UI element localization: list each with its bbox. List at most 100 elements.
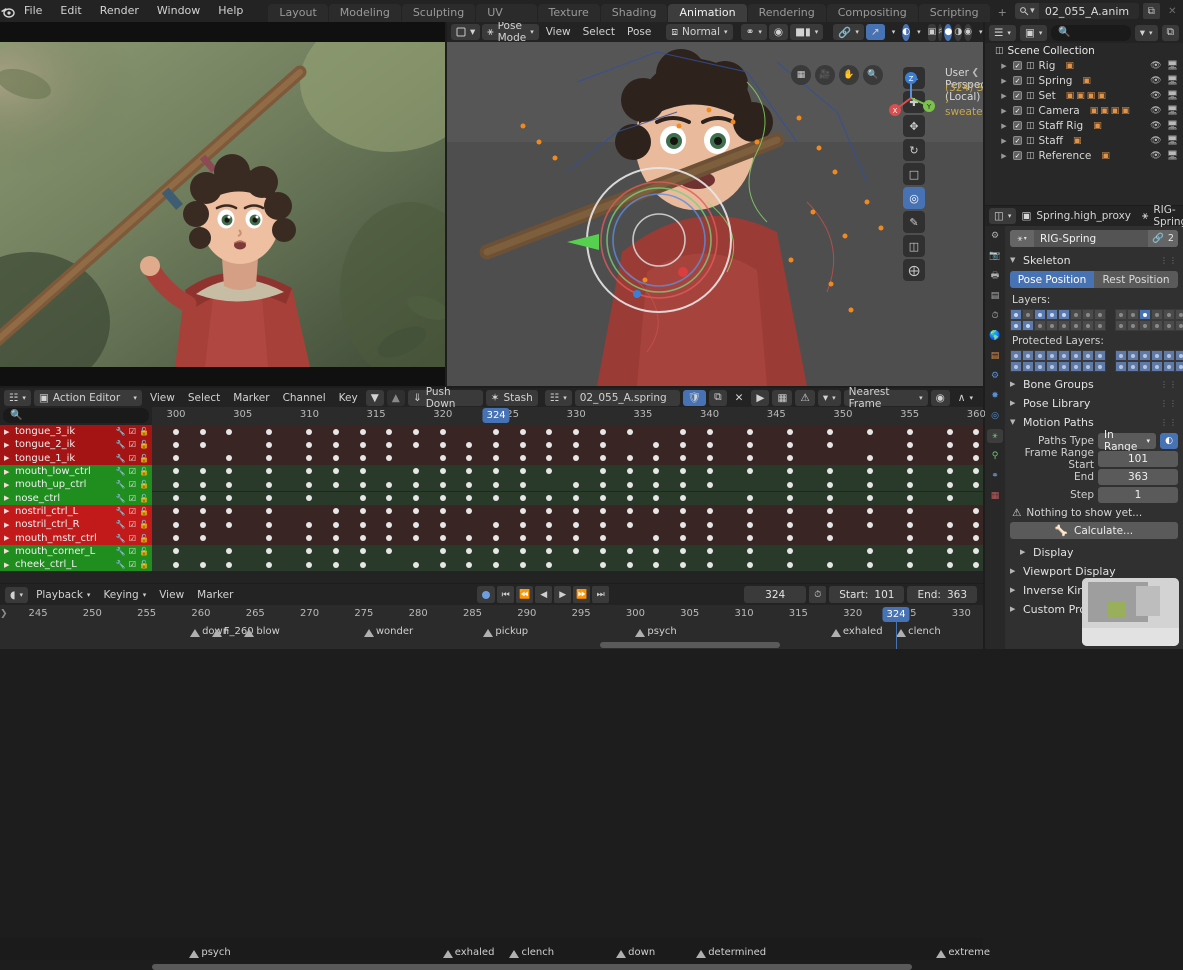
timeline-menu-keying[interactable]: Keying ▾: [98, 587, 151, 603]
tab-viewlayer-icon[interactable]: ▤: [987, 289, 1003, 303]
wrench-icon[interactable]: 🔧: [116, 507, 126, 516]
unlock-icon[interactable]: 🔓: [139, 547, 149, 556]
armature-layer-cell[interactable]: [1151, 309, 1163, 320]
keyframe[interactable]: [826, 441, 833, 448]
outliner-row[interactable]: ▶ ✓ ◫ Staff ▣ 👁 🖥: [985, 133, 1183, 148]
push-down-button[interactable]: ⇓ Push Down: [407, 386, 483, 410]
keyframe[interactable]: [173, 441, 179, 448]
keyframe[interactable]: [786, 548, 793, 555]
keyframe[interactable]: [386, 455, 393, 462]
keyframe[interactable]: [906, 481, 913, 488]
keyframe[interactable]: [359, 441, 366, 448]
keyframe[interactable]: [493, 481, 500, 488]
keyframe[interactable]: [679, 441, 686, 448]
keyframe[interactable]: [333, 534, 340, 541]
checkbox-icon[interactable]: ☑: [129, 520, 136, 529]
armature-layer-cell[interactable]: [1115, 361, 1127, 372]
jump-to-start-icon[interactable]: ⏮: [497, 586, 515, 603]
armature-layer-cell[interactable]: [1151, 350, 1163, 361]
armature-name[interactable]: RIG-Spring: [1034, 233, 1148, 245]
keyframe[interactable]: [226, 468, 233, 475]
outliner-root-row[interactable]: ◫ Scene Collection: [985, 43, 1183, 58]
keyframe[interactable]: [333, 455, 340, 462]
keyframe[interactable]: [226, 508, 233, 515]
section-viewport-display[interactable]: ▶ Viewport Display: [1010, 563, 1178, 579]
armature-layer-cell[interactable]: [1070, 361, 1082, 372]
keyframe[interactable]: [266, 468, 273, 475]
paths-type-value[interactable]: In Range ▾: [1098, 429, 1156, 453]
wrench-icon[interactable]: 🔧: [116, 454, 126, 463]
enable-checkbox[interactable]: ✓: [1013, 76, 1022, 85]
keyframe[interactable]: [439, 508, 446, 515]
layers-group-right[interactable]: [1115, 309, 1183, 331]
eye-icon[interactable]: 👁: [1150, 76, 1161, 86]
expand-arrow-icon[interactable]: ▶: [999, 152, 1009, 160]
keyframe[interactable]: [333, 548, 340, 555]
armature-datablock-row[interactable]: ⚹ ▾ RIG-Spring 🔗 2: [1010, 230, 1178, 247]
keyframe[interactable]: [493, 534, 500, 541]
tab-texture-icon[interactable]: ▦: [987, 489, 1003, 503]
new-collection-icon[interactable]: ⧉: [1161, 24, 1179, 41]
keyframe[interactable]: [826, 521, 833, 528]
keyframe[interactable]: [679, 481, 686, 488]
timeline-marker[interactable]: wonder: [363, 627, 413, 637]
keyframe-row[interactable]: [152, 531, 983, 545]
keyframe-row[interactable]: [152, 451, 983, 465]
keyframe[interactable]: [906, 534, 913, 541]
action-datablock-browse-icon[interactable]: ☷ ▾: [544, 389, 572, 406]
keyframe[interactable]: [386, 481, 393, 488]
tab-uv-editing[interactable]: UV Editing: [476, 4, 537, 37]
tab-output-icon[interactable]: 🖶: [987, 269, 1003, 283]
outliner-row[interactable]: ▶ ✓ ◫ Set ▣ ▣ ▣ ▣ 👁 🖥: [985, 88, 1183, 103]
keyframe-row[interactable]: [152, 464, 983, 479]
keyframe[interactable]: [226, 495, 233, 502]
expand-arrow-icon[interactable]: ▶: [4, 481, 12, 489]
keyframe[interactable]: [573, 521, 580, 528]
keyframe[interactable]: [466, 508, 473, 515]
frame-range-start-field[interactable]: Frame Range Start 101: [1010, 447, 1178, 471]
keyframe[interactable]: [359, 561, 366, 568]
keyframe[interactable]: [333, 468, 340, 475]
keyframe[interactable]: [973, 561, 980, 568]
enable-checkbox[interactable]: ✓: [1013, 91, 1022, 100]
delete-scene-icon[interactable]: ✕: [1164, 3, 1181, 19]
keyframe[interactable]: [306, 534, 313, 541]
expand-arrow-icon[interactable]: ▶: [999, 77, 1009, 85]
tab-render-icon[interactable]: 📷: [987, 249, 1003, 263]
keyframe[interactable]: [466, 441, 473, 448]
frame-range-step-field[interactable]: Step 1: [1010, 487, 1178, 503]
keyframe[interactable]: [706, 481, 713, 488]
keyframe[interactable]: [386, 441, 393, 448]
wrench-icon[interactable]: 🔧: [116, 480, 126, 489]
keyframe[interactable]: [519, 508, 526, 515]
keyframe[interactable]: [573, 428, 580, 435]
channel-row[interactable]: ▶ tongue_2_ik 🔧 ☑ 🔓: [0, 438, 152, 452]
frame-range-end-field[interactable]: End 363: [1010, 469, 1178, 485]
armature-layer-cell[interactable]: [1175, 361, 1183, 372]
current-frame-field[interactable]: 324: [744, 586, 807, 603]
proportional-edit-toggle[interactable]: ◉: [768, 24, 789, 40]
keyframe[interactable]: [359, 548, 366, 555]
keyframe[interactable]: [786, 455, 793, 462]
keyframe[interactable]: [333, 561, 340, 568]
keyframe[interactable]: [546, 441, 553, 448]
armature-layer-cell[interactable]: [1070, 320, 1082, 331]
expand-arrow-icon[interactable]: ▶: [4, 547, 12, 555]
timeline-marker[interactable]: psych: [635, 627, 677, 637]
keyframe[interactable]: [866, 495, 873, 502]
expand-arrow-icon[interactable]: ▶: [4, 441, 12, 449]
checkbox-icon[interactable]: ☑: [129, 480, 136, 489]
keyframe[interactable]: [519, 481, 526, 488]
keyframe[interactable]: [599, 534, 606, 541]
tab-bone-icon[interactable]: ⚲: [987, 449, 1003, 463]
keyframe[interactable]: [626, 481, 633, 488]
armature-layer-cell[interactable]: [1127, 320, 1139, 331]
checkbox-icon[interactable]: ☑: [129, 467, 136, 476]
keyframe[interactable]: [679, 521, 686, 528]
unlock-icon[interactable]: 🔓: [139, 520, 149, 529]
keyframe[interactable]: [906, 455, 913, 462]
keyframe[interactable]: [199, 441, 206, 448]
keyframe[interactable]: [306, 561, 313, 568]
armature-layer-cell[interactable]: [1163, 350, 1175, 361]
empty-99-icon[interactable]: ▣: [1087, 91, 1096, 101]
